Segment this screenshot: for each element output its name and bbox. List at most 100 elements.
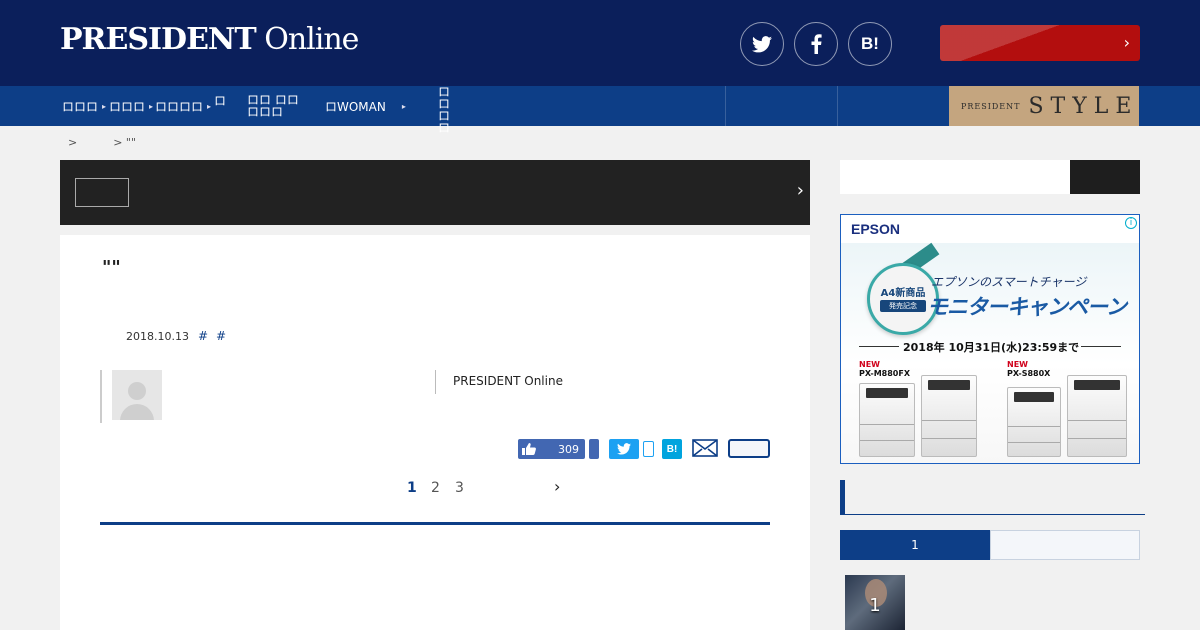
facebook-share-button[interactable] [589, 439, 599, 459]
ranking-number: 1 [869, 595, 881, 616]
printer-top [866, 388, 908, 398]
sidebar-heading [840, 480, 1145, 515]
avatar-head [128, 382, 146, 400]
caret-right-icon: ▸ [102, 101, 107, 111]
article-date: 2018.10.13 [126, 330, 189, 343]
ranking-thumbnail[interactable]: 1 [845, 575, 905, 630]
caret-right-icon: ▸ [401, 101, 406, 111]
epson-ad-banner[interactable]: EPSON i A4新商品 発売記念 エプソンのスマートチャージ モニターキャン… [840, 214, 1140, 464]
ranking-tab-active[interactable]: 1 [840, 530, 990, 560]
article-source: PRESIDENT Online [453, 374, 563, 388]
printer-tray [922, 438, 976, 439]
nav-item-5[interactable]: ロロ ロロロロロ [247, 86, 307, 126]
printer-image [1007, 387, 1061, 457]
article-card: "" 2018.10.13 # # PRESIDENT Online 309 B… [60, 235, 810, 630]
ad-model-name: PX-S880X [1007, 369, 1051, 378]
nav-label: ロロロロ [155, 99, 204, 114]
pager-next-button[interactable]: › [554, 477, 560, 496]
printer-top [928, 380, 970, 390]
printer-tray [1068, 438, 1126, 439]
facebook-share-button[interactable] [794, 22, 838, 66]
printer-top [1014, 392, 1054, 402]
caret-right-icon: ▸ [207, 101, 212, 111]
nav-item-4[interactable]: ロ [214, 80, 226, 120]
ad-rule [1081, 346, 1121, 347]
article-tag[interactable]: # [216, 329, 226, 343]
section-rule [100, 522, 770, 525]
style-logo-big: STYLE [1028, 93, 1139, 119]
mail-icon [692, 439, 718, 457]
hatena-bookmark-button[interactable]: B! [662, 439, 682, 459]
dark-banner[interactable]: › [60, 160, 810, 225]
pager-page[interactable]: 1 [407, 480, 417, 496]
logo-light-text: Online [255, 22, 359, 57]
printer-tray [922, 420, 976, 421]
logo-bold-text: PRESIDENT [60, 22, 257, 57]
like-count: 309 [558, 442, 579, 456]
site-header: PRESIDENT Online B! › [0, 0, 1200, 86]
printer-tray [1008, 426, 1060, 427]
breadcrumb: > > "" [68, 136, 172, 149]
hatena-share-button[interactable]: B! [848, 22, 892, 66]
ad-headline: モニターキャンペーン [927, 295, 1127, 319]
ad-model-name: PX-M880FX [859, 369, 910, 378]
source-divider [435, 370, 436, 394]
button-shine [940, 25, 1090, 61]
pager-page[interactable]: 3 [455, 480, 464, 496]
twitter-icon [617, 443, 631, 455]
printer-tray [1008, 442, 1060, 443]
style-logo-small: PRESIDENT [961, 101, 1021, 111]
nav-item-woman[interactable]: ロWOMAN ▸ [325, 86, 406, 126]
chevron-right-icon: › [796, 180, 804, 201]
president-style-logo[interactable]: PRESIDENT STYLE [949, 86, 1139, 126]
epson-logo: EPSON [851, 221, 901, 237]
nav-label: ロWOMAN [325, 99, 386, 114]
nav-label: ロロロ [62, 99, 99, 114]
nav-label: ロ [214, 93, 227, 108]
nav-label: ロロロ [109, 99, 146, 114]
breadcrumb-item[interactable]: > [68, 136, 77, 149]
printer-tray [1068, 420, 1126, 421]
nav-label: ロロ ロロロロロ [247, 93, 299, 119]
printer-top [1074, 380, 1120, 390]
nav-divider [837, 86, 838, 126]
nav-item-1[interactable]: ロロロ ▸ [62, 86, 106, 126]
search-input[interactable] [840, 160, 1070, 194]
facebook-like-button[interactable]: 309 [518, 439, 585, 459]
printer-image [859, 383, 915, 457]
author-avatar[interactable] [112, 370, 162, 420]
thumbs-up-icon [522, 443, 536, 455]
caret-right-icon: ▸ [149, 101, 154, 111]
tweet-button[interactable] [609, 439, 639, 459]
printer-image [921, 375, 977, 457]
author-divider [100, 370, 102, 423]
nav-item-3[interactable]: ロロロロ ▸ [155, 86, 211, 126]
chevron-right-icon: › [1123, 33, 1130, 52]
ad-badge-subtitle: 発売記念 [880, 300, 926, 312]
ad-rule [859, 346, 899, 347]
search-button[interactable] [1070, 160, 1140, 194]
ranking-tab[interactable] [990, 530, 1140, 560]
nav-label: ロロ ロロ [438, 85, 451, 135]
ad-new-label: NEW [859, 360, 880, 369]
outline-share-button[interactable] [728, 439, 770, 458]
ad-new-label: NEW [1007, 360, 1028, 369]
printer-tray [860, 440, 914, 441]
hatena-bookmark-icon: B! [861, 34, 879, 53]
nav-item-2[interactable]: ロロロ ▸ [109, 86, 153, 126]
printer-image [1067, 375, 1127, 457]
pager-page[interactable]: 2 [431, 480, 440, 496]
site-logo[interactable]: PRESIDENT Online [60, 22, 359, 57]
twitter-icon [752, 35, 772, 52]
nav-item-7[interactable]: ロロ ロロ [438, 86, 454, 134]
header-red-button[interactable]: › [940, 25, 1140, 61]
article-title: "" [102, 257, 121, 278]
article-tag[interactable]: # [198, 329, 208, 343]
twitter-share-button[interactable] [740, 22, 784, 66]
breadcrumb-item: > "" [113, 136, 137, 149]
ad-info-icon[interactable]: i [1125, 217, 1137, 229]
ad-subheadline: エプソンのスマートチャージ [931, 275, 1087, 289]
mail-share-button[interactable] [692, 439, 718, 459]
printer-tray [860, 424, 914, 425]
facebook-icon [811, 34, 822, 54]
